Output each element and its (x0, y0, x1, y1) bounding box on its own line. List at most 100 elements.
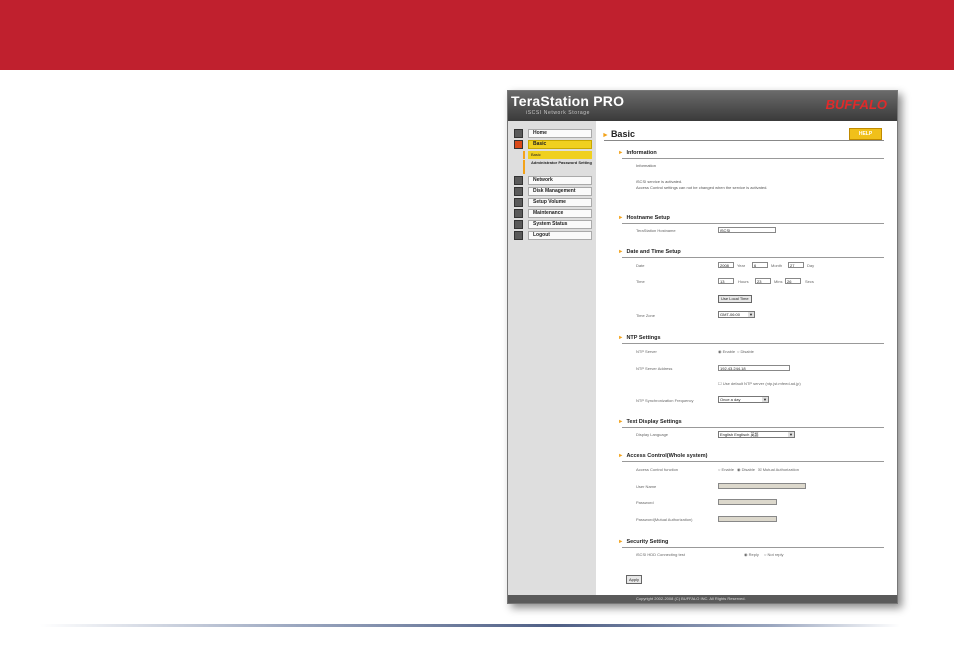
mutual-password-input[interactable] (718, 516, 777, 522)
hostname-label: TeraStation Hostname (636, 228, 676, 233)
section-divider (622, 343, 884, 344)
mins-input[interactable]: 23 (755, 278, 771, 284)
chevron-down-icon: ▼ (788, 432, 794, 437)
app-header: TeraStation PRO iSCSI Network Storage BU… (508, 91, 897, 121)
display-language-label: Display Language (636, 432, 669, 437)
sidebar-item-basic[interactable]: Basic (514, 140, 592, 149)
network-icon (514, 176, 523, 185)
mutual-authorization-label: Mutual Authorization (762, 467, 799, 472)
month-input[interactable]: 6 (752, 262, 768, 268)
ntp-server-label: NTP Server (636, 349, 657, 354)
arrow-icon: ► (602, 132, 609, 139)
ntp-disable-label: Disable (740, 349, 754, 354)
section-divider (622, 257, 884, 258)
section-ntp: ► NTP Settings (618, 335, 661, 341)
access-disable-radio[interactable]: ◉ Disable (737, 467, 755, 472)
sidebar-item-label: Logout (528, 231, 592, 240)
section-divider (622, 158, 884, 159)
access-function-label: Access Control function (636, 467, 679, 472)
sidebar-item-disk-management[interactable]: Disk Management (514, 187, 592, 196)
arrow-icon: ► (618, 249, 624, 255)
reply-radio[interactable]: ◉ Reply (744, 552, 759, 557)
subitem-marker (523, 151, 525, 159)
section-title-text: Security Setting (626, 539, 669, 545)
chevron-down-icon: ▼ (762, 397, 768, 402)
screenshot-window: TeraStation PRO iSCSI Network Storage BU… (507, 90, 898, 604)
sidebar-item-label: Basic (528, 140, 592, 149)
user-name-input[interactable] (718, 483, 806, 489)
section-title-text: NTP Settings (626, 335, 661, 341)
help-button[interactable]: HELP (849, 128, 882, 140)
timezone-select[interactable]: GMT-06:00 ▼ (718, 311, 755, 318)
arrow-icon: ► (618, 215, 624, 221)
sidebar-subnav: Basic Administrator Password Setting (523, 151, 592, 174)
ntp-enable-radio[interactable]: ◉ Enable (718, 349, 735, 354)
day-unit: Day (807, 263, 815, 268)
section-title-text: Information (626, 150, 657, 156)
disk-icon (514, 187, 523, 196)
sidebar-item-home[interactable]: Home (514, 129, 592, 138)
sidebar-subitem-admin-password[interactable]: Administrator Password Setting (523, 160, 592, 174)
display-language-value: English Englisch 英語 (720, 432, 759, 437)
sidebar-item-label: Network (528, 176, 592, 185)
hours-input[interactable]: 13 (718, 278, 734, 284)
section-divider (622, 223, 884, 224)
timezone-label: Time Zone (636, 313, 655, 318)
secs-input[interactable]: 26 (785, 278, 801, 284)
sidebar: Home Basic Basic Administrator Password … (508, 121, 596, 595)
month-unit: Month (771, 263, 783, 268)
sidebar-item-setup-volume[interactable]: Setup Volume (514, 198, 592, 207)
not-reply-radio[interactable]: ○ Not reply (764, 552, 784, 557)
section-divider (622, 427, 884, 428)
day-input[interactable]: 27 (788, 262, 804, 268)
ntp-address-input[interactable]: 192.43.244.18 (718, 365, 790, 371)
status-icon (514, 220, 523, 229)
logout-icon (514, 231, 523, 240)
subitem-marker (523, 160, 525, 174)
basic-icon (514, 140, 523, 149)
ntp-default-label: Use default NTP server (ntp.jst.mfeed.ad… (722, 381, 801, 386)
sidebar-subitem-label: Administrator Password Setting (531, 160, 592, 165)
ntp-disable-radio[interactable]: ○ Disable (737, 349, 754, 354)
password-input[interactable] (718, 499, 777, 505)
ntp-default-checkbox[interactable]: ☐ Use default NTP server (ntp.jst.mfeed.… (718, 381, 801, 386)
year-unit: Year (737, 263, 746, 268)
secs-unit: Secs (805, 279, 814, 284)
section-access-control: ► Access Control(Whole system) (618, 453, 707, 459)
sidebar-item-label: System Status (528, 220, 592, 229)
time-label: Time (636, 279, 645, 284)
brand-logo: BUFFALO (825, 97, 887, 112)
sidebar-item-label: Setup Volume (528, 198, 592, 207)
section-information: ► Information (618, 150, 657, 156)
sidebar-item-system-status[interactable]: System Status (514, 220, 592, 229)
section-title-text: Hostname Setup (626, 215, 670, 221)
not-reply-label: Not reply (767, 552, 784, 557)
apply-button[interactable]: Apply (626, 575, 643, 584)
section-title-text: Text Display Settings (626, 419, 682, 425)
sidebar-subitem-basic[interactable]: Basic (523, 151, 592, 159)
mutual-authorization-checkbox[interactable]: ☒ Mutual Authorization (758, 467, 799, 472)
sidebar-item-label: Disk Management (528, 187, 592, 196)
section-title-text: Access Control(Whole system) (626, 453, 708, 459)
ntp-frequency-label: NTP Synchronization Frequency (636, 398, 694, 403)
sidebar-nav: Home Basic Basic Administrator Password … (514, 129, 592, 242)
connecting-test-label: iSCSI HDD Connecting test (636, 552, 685, 557)
app-logo: TeraStation PRO (511, 93, 625, 109)
information-line-2: Access Control settings can not be chang… (636, 185, 768, 190)
sidebar-item-maintenance[interactable]: Maintenance (514, 209, 592, 218)
password-label: Password (636, 500, 654, 505)
sidebar-item-label: Home (528, 129, 592, 138)
ntp-frequency-select[interactable]: Once a day ▼ (718, 396, 769, 403)
use-local-time-button[interactable]: Use Local Time (718, 295, 752, 303)
mutual-password-label: Password(Mutual Authorization) (636, 517, 693, 522)
year-input[interactable]: 2008 (718, 262, 734, 268)
sidebar-item-logout[interactable]: Logout (514, 231, 592, 240)
mins-unit: Mins (774, 279, 783, 284)
section-hostname: ► Hostname Setup (618, 215, 670, 221)
page-title-text: Basic (610, 129, 635, 139)
hostname-input[interactable]: iSCSI (718, 227, 776, 233)
sidebar-item-network[interactable]: Network (514, 176, 592, 185)
access-enable-radio[interactable]: ○ Enable (718, 467, 734, 472)
display-language-select[interactable]: English Englisch 英語 ▼ (718, 431, 795, 438)
chevron-down-icon: ▼ (748, 312, 754, 317)
